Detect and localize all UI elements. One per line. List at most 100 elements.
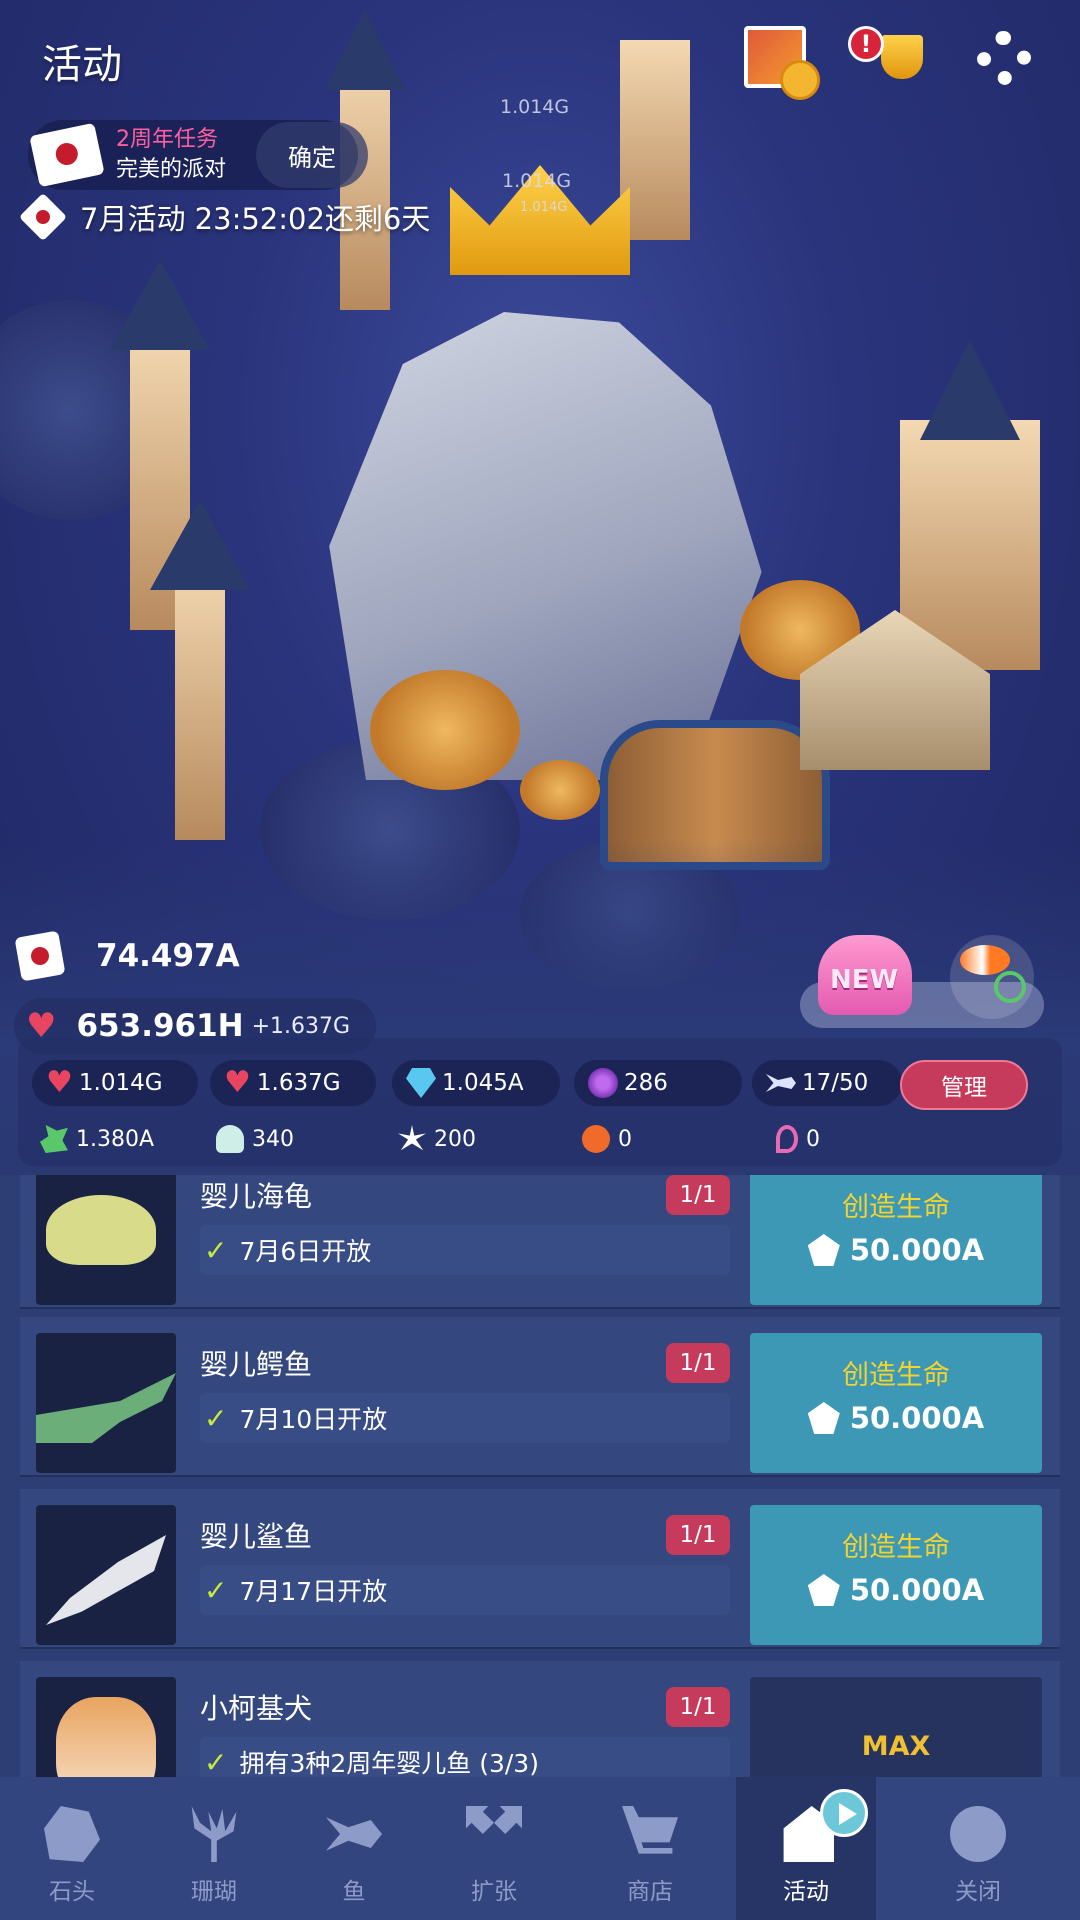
nav-item-coral[interactable]: 珊瑚 [144, 1777, 284, 1920]
max-label: MAX [861, 1731, 931, 1762]
nav-label: 石头 [49, 1879, 95, 1905]
rose-envelope-icon [14, 930, 66, 982]
pearl-icon [588, 1068, 618, 1098]
event-token-value: 74.497A [96, 938, 240, 974]
refresh-icon [994, 971, 1026, 1003]
check-icon: ✓ [204, 1233, 228, 1267]
shark-thumbnail [36, 1505, 176, 1645]
shark-icon [46, 1535, 166, 1625]
create-life-button[interactable]: 创造生命 50.000A [750, 1333, 1042, 1473]
event-timer-text: 7月活动 23:52:02还剩6天 [80, 202, 431, 236]
creature-name: 婴儿海龟 [200, 1180, 313, 1213]
seahorse-stat: 0 [776, 1125, 820, 1153]
unlock-condition: ✓ 7月6日开放 [200, 1225, 730, 1275]
castle-spire [110, 260, 210, 350]
seahorse-icon [776, 1125, 798, 1153]
fish-count-value: 17/50 [802, 1070, 869, 1096]
hearts-rate: +1.637G [251, 1013, 351, 1039]
diamond-icon [406, 1068, 436, 1098]
fish-icon [766, 1074, 796, 1092]
castle-tower [620, 40, 690, 240]
fish-refresh-button[interactable] [950, 935, 1034, 1019]
unlock-condition: ✓ 拥有3种2周年婴儿鱼 (3/3) [200, 1737, 730, 1777]
price-value: 50.000A [849, 1401, 985, 1435]
clownfish-icon [960, 945, 1010, 975]
crab-icon [582, 1125, 610, 1153]
pearl-stat[interactable]: 286 [574, 1060, 742, 1106]
castle-tower [175, 560, 225, 840]
heart-rate-value: 1.014G [78, 1070, 163, 1096]
gallery-button[interactable] [744, 26, 820, 100]
creature-list[interactable]: 婴儿海龟 1/1 ✓ 7月6日开放 创造生命 50.000A 婴儿鳄鱼 1/1 … [0, 1175, 1080, 1777]
event-gem-icon [807, 1402, 840, 1434]
stone-icon [44, 1806, 100, 1862]
play-icon [820, 1789, 868, 1837]
price-value: 50.000A [849, 1233, 985, 1267]
plant-value: 1.380A [76, 1126, 155, 1152]
heart-tap-stat[interactable]: ♥ 1.637G [210, 1060, 376, 1106]
create-life-label: 创造生命 [842, 1360, 950, 1391]
list-item: 婴儿鲨鱼 1/1 ✓ 7月17日开放 创造生命 50.000A [20, 1489, 1060, 1649]
coral-icon [191, 1806, 237, 1862]
nav-label: 鱼 [342, 1879, 366, 1905]
event-gem-icon [807, 1234, 840, 1266]
nav-item-event[interactable]: 活动 [736, 1777, 876, 1920]
orange-coral [520, 760, 600, 820]
creature-count-badge: 1/1 [666, 1687, 730, 1727]
price: 50.000A [750, 1573, 1042, 1607]
new-badge-label: NEW [830, 965, 899, 995]
turtle-thumbnail [36, 1175, 176, 1305]
urchin-icon [398, 1125, 426, 1151]
creature-name: 婴儿鲨鱼 [200, 1520, 313, 1553]
heart-tap-icon: ♥ [224, 1065, 251, 1100]
create-life-button[interactable]: 创造生命 50.000A [750, 1505, 1042, 1645]
heart-tap-value: 1.637G [256, 1070, 341, 1096]
settings-button[interactable] [976, 30, 1032, 86]
bottom-nav: 石头 珊瑚 鱼 扩张 商店 活动 关闭 [0, 1777, 1080, 1920]
medal-icon [780, 60, 820, 100]
crocodile-thumbnail [36, 1333, 176, 1473]
new-shell-button[interactable]: NEW [818, 935, 912, 1025]
quest-subtitle: 完美的派对 [116, 157, 227, 182]
creature-name: 婴儿鳄鱼 [200, 1348, 313, 1381]
nav-label: 珊瑚 [191, 1879, 237, 1905]
corgi-icon [56, 1697, 156, 1777]
max-button: MAX [750, 1677, 1042, 1777]
turtle-icon [46, 1195, 156, 1265]
heart-rate-stat[interactable]: ♥ 1.014G [32, 1060, 198, 1106]
event-timer: 7月活动 23:52:02还剩6天 [18, 192, 431, 242]
manage-button[interactable]: 管理 [900, 1060, 1028, 1110]
shell-stat: 340 [216, 1125, 294, 1153]
floating-heart-value: 1.014G [500, 96, 570, 118]
nav-item-shop[interactable]: 商店 [564, 1777, 736, 1920]
corgi-thumbnail [36, 1677, 176, 1777]
trophy-button[interactable]: ! [848, 22, 928, 92]
crab-value: 0 [618, 1126, 632, 1152]
nav-item-expand[interactable]: 扩张 [424, 1777, 564, 1920]
event-token-icon [18, 192, 68, 242]
nav-label: 扩张 [471, 1879, 517, 1905]
check-icon: ✓ [204, 1573, 228, 1607]
nav-label: 活动 [783, 1879, 829, 1905]
create-life-button[interactable]: 创造生命 50.000A [750, 1175, 1042, 1305]
rose-envelope-icon [29, 122, 105, 188]
price: 50.000A [750, 1401, 1042, 1435]
nav-item-fish[interactable]: 鱼 [284, 1777, 424, 1920]
list-item: 小柯基犬 1/1 ✓ 拥有3种2周年婴儿鱼 (3/3) MAX [20, 1661, 1060, 1777]
nav-item-stone[interactable]: 石头 [0, 1777, 144, 1920]
nav-item-close[interactable]: 关闭 [876, 1777, 1080, 1920]
fish-count-stat[interactable]: 17/50 [752, 1060, 902, 1106]
shell-icon [216, 1125, 244, 1153]
unlock-condition-text: 7月6日开放 [239, 1237, 372, 1266]
trophy-icon [881, 35, 923, 79]
urchin-value: 200 [434, 1126, 476, 1152]
nav-label: 商店 [627, 1879, 673, 1905]
event-token-counter: 74.497A [14, 930, 240, 982]
check-icon: ✓ [204, 1745, 228, 1778]
orange-coral [370, 670, 520, 790]
urchin-stat: 200 [398, 1125, 476, 1153]
close-arrow-icon [950, 1806, 1006, 1862]
quest-title: 2周年任务 [116, 127, 218, 152]
confirm-button[interactable]: 确定 [256, 122, 368, 188]
gem-stat[interactable]: 1.045A [392, 1060, 560, 1106]
